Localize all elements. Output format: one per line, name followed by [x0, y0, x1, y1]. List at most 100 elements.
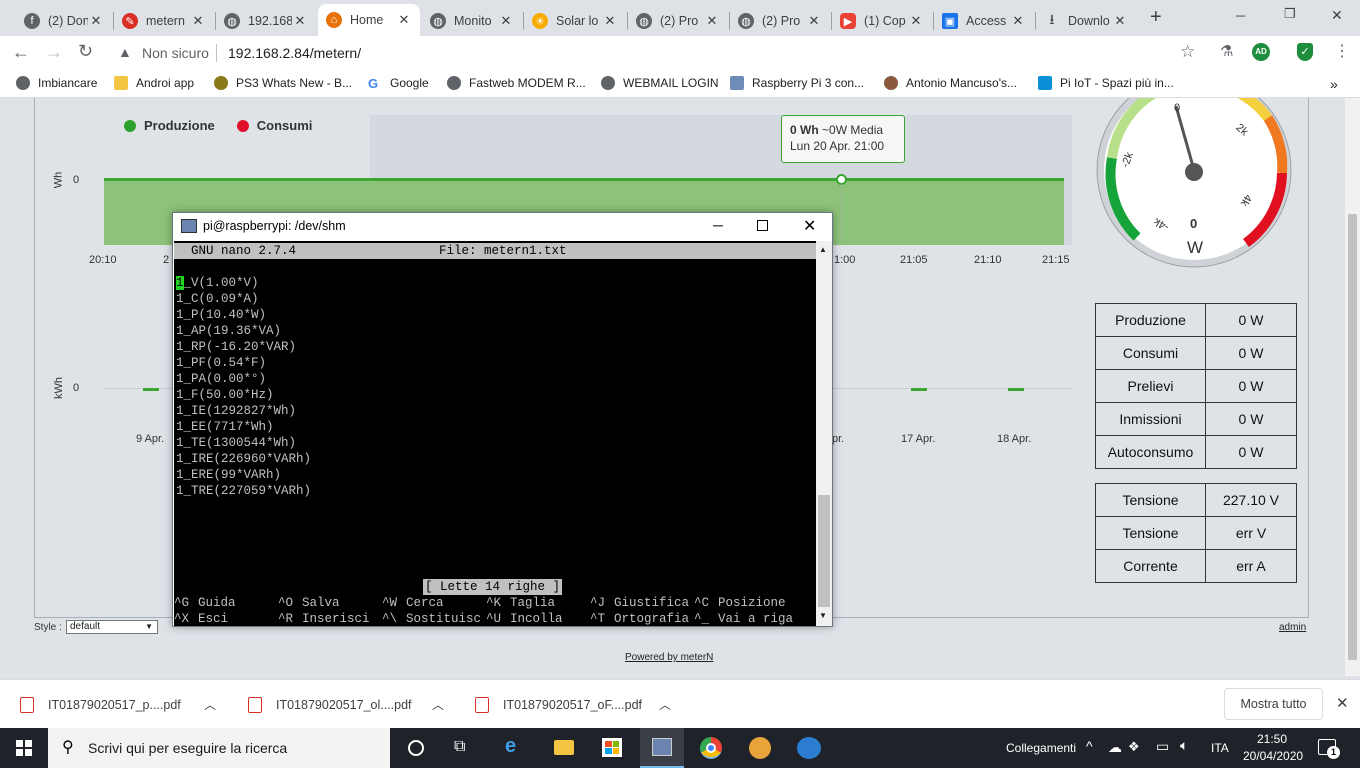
bookmark-item[interactable]: G Google [368, 76, 429, 91]
file-line: 1_ERE(99*VARh) [176, 468, 282, 482]
profile-avatar[interactable]: AD [1252, 43, 1270, 61]
menu-kebab-icon[interactable]: ⋮ [1334, 41, 1350, 61]
browser-tab[interactable]: ☀ Solar lo ✕ [524, 6, 626, 36]
legend-label-produzione[interactable]: Produzione [144, 118, 215, 133]
x-tick: 21:05 [900, 254, 928, 266]
terminal-maximize-button[interactable] [757, 220, 768, 231]
chevron-up-icon[interactable]: ^ [1086, 738, 1093, 754]
browser-tab[interactable]: ◍ 192.168 ✕ [216, 6, 316, 36]
bookmark-item[interactable]: Imbiancare [16, 76, 97, 90]
bookmark-item[interactable]: Androi app [114, 76, 194, 90]
extension-icon[interactable]: ⚗ [1220, 42, 1233, 60]
browser-tab[interactable]: f (2) Don ✕ [16, 6, 112, 36]
task-view-icon[interactable]: ⧉ [454, 738, 465, 756]
terminal-close-button[interactable]: ✕ [803, 216, 816, 236]
close-tab-icon[interactable]: ✕ [1010, 13, 1026, 29]
style-select[interactable]: default ▼ [66, 620, 158, 634]
clock-date[interactable]: 20/04/2020 [1243, 749, 1303, 763]
close-tab-icon[interactable]: ✕ [396, 12, 412, 28]
forward-arrow-icon[interactable]: → [45, 42, 63, 63]
browser-tab-active[interactable]: ⌂ Home ✕ [318, 4, 420, 36]
gauge-label: 0 [1174, 102, 1181, 114]
bookmark-item[interactable]: WEBMAIL LOGIN [601, 76, 719, 90]
bookmark-item[interactable]: PS3 Whats New - B... [214, 76, 352, 90]
row-label: Tensione [1095, 483, 1206, 517]
browser-tab[interactable]: ◍ (2) Pro ✕ [628, 6, 728, 36]
bookmark-item[interactable]: Pi IoT - Spazi più in... [1038, 76, 1174, 90]
browser-tab[interactable]: ▣ Access ✕ [934, 6, 1034, 36]
close-tab-icon[interactable]: ✕ [190, 13, 206, 29]
dropbox-icon[interactable]: ❖ [1128, 739, 1140, 755]
bookmark-item[interactable]: Raspberry Pi 3 con... [730, 76, 864, 90]
row-value: 0 W [1205, 435, 1297, 469]
address-bar[interactable]: ▲ Non sicuro 192.168.2.84/metern/ [108, 40, 1208, 68]
terminal-window[interactable]: pi@raspberrypi: /dev/shm ─ ✕ GNU nano 2.… [172, 212, 833, 627]
chrome-icon[interactable] [700, 737, 722, 759]
download-item[interactable]: IT01879020517_p....pdf ︿ [20, 680, 230, 729]
legend-label-consumi[interactable]: Consumi [257, 118, 313, 133]
bookmark-item[interactable]: Fastweb MODEM R... [447, 76, 586, 90]
nano-editor[interactable]: GNU nano 2.7.4 File: metern1.txt 1_V(1.0… [174, 241, 816, 626]
show-all-downloads-button[interactable]: Mostra tutto [1224, 688, 1323, 720]
bookmarks-overflow-button[interactable]: » [1330, 76, 1338, 92]
close-tab-icon[interactable]: ✕ [908, 13, 924, 29]
terminal-scrollbar[interactable]: ▲ ▼ [816, 241, 832, 626]
tooltip-date: Lun 20 Apr. 21:00 [790, 139, 885, 153]
page-scrollbar[interactable] [1345, 98, 1360, 676]
windows-start-icon[interactable] [16, 740, 32, 756]
close-tab-icon[interactable]: ✕ [806, 13, 822, 29]
browser-tab[interactable]: ▶ (1) Cop ✕ [832, 6, 932, 36]
brave-icon[interactable] [749, 737, 771, 759]
url-text[interactable]: 192.168.2.84/metern/ [228, 45, 361, 61]
minimize-window-button[interactable]: ─ [1236, 8, 1245, 23]
close-tab-icon[interactable]: ✕ [88, 13, 104, 29]
back-arrow-icon[interactable]: ← [12, 42, 30, 63]
links-toolbar-label[interactable]: Collegamenti [1006, 741, 1076, 755]
notifications-icon[interactable]: 1 [1318, 739, 1340, 759]
file-explorer-icon[interactable] [554, 740, 574, 755]
close-downloads-bar-icon[interactable]: ✕ [1336, 694, 1349, 712]
browser-tab[interactable]: ◍ Monito ✕ [422, 6, 522, 36]
bookmark-item[interactable]: Antonio Mancuso's... [884, 76, 1017, 90]
reload-icon[interactable]: ↻ [78, 41, 93, 62]
powered-by-link[interactable]: Powered by meterN [625, 652, 713, 663]
shield-check-icon[interactable]: ✓ [1297, 43, 1313, 61]
chevron-up-icon[interactable]: ︿ [432, 696, 444, 713]
close-tab-icon[interactable]: ✕ [292, 13, 308, 29]
chevron-up-icon[interactable]: ︿ [659, 696, 671, 713]
tab-label: metern [146, 14, 185, 28]
close-window-button[interactable]: ✕ [1331, 7, 1343, 24]
row-label: Prelievi [1095, 369, 1206, 403]
cortana-icon[interactable] [408, 740, 424, 756]
language-indicator[interactable]: ITA [1211, 741, 1229, 755]
new-tab-button[interactable]: + [1150, 6, 1162, 29]
thunderbird-icon[interactable] [797, 737, 821, 759]
browser-tab[interactable]: ⭳ Downlo ✕ [1036, 6, 1136, 36]
network-icon[interactable]: ▭ [1156, 738, 1169, 755]
nano-status: [ Lette 14 righe ] [423, 579, 563, 595]
home-icon: ⌂ [326, 12, 342, 28]
file-line: 1_P(10.40*W) [176, 308, 267, 322]
volume-icon[interactable]: 🔈︎ [1180, 737, 1188, 754]
close-tab-icon[interactable]: ✕ [498, 13, 514, 29]
onedrive-icon[interactable]: ☁ [1108, 739, 1122, 756]
download-filename: IT01879020517_oF....pdf [503, 697, 643, 712]
download-item[interactable]: IT01879020517_oF....pdf ︿ [475, 680, 685, 729]
close-tab-icon[interactable]: ✕ [704, 13, 720, 29]
taskbar-search-box[interactable]: ⚲ Scrivi qui per eseguire la ricerca [48, 728, 390, 768]
edge-icon[interactable]: e [505, 735, 516, 758]
chevron-up-icon[interactable]: ︿ [204, 696, 216, 713]
close-tab-icon[interactable]: ✕ [1112, 13, 1128, 29]
shortcut-label: Cerca [406, 596, 444, 610]
shortcut-key: ^\ [382, 612, 398, 626]
terminal-minimize-button[interactable]: ─ [713, 217, 723, 233]
store-icon[interactable] [602, 738, 622, 757]
browser-tab[interactable]: ◍ (2) Pro ✕ [730, 6, 830, 36]
close-tab-icon[interactable]: ✕ [602, 13, 618, 29]
putty-taskbar-icon[interactable] [640, 728, 684, 768]
browser-tab[interactable]: ✎ metern ✕ [114, 6, 214, 36]
download-item[interactable]: IT01879020517_ol....pdf ︿ [248, 680, 458, 729]
admin-link[interactable]: admin [1279, 622, 1306, 633]
clock-time[interactable]: 21:50 [1257, 732, 1287, 746]
restore-window-button[interactable]: ❐ [1284, 6, 1296, 22]
